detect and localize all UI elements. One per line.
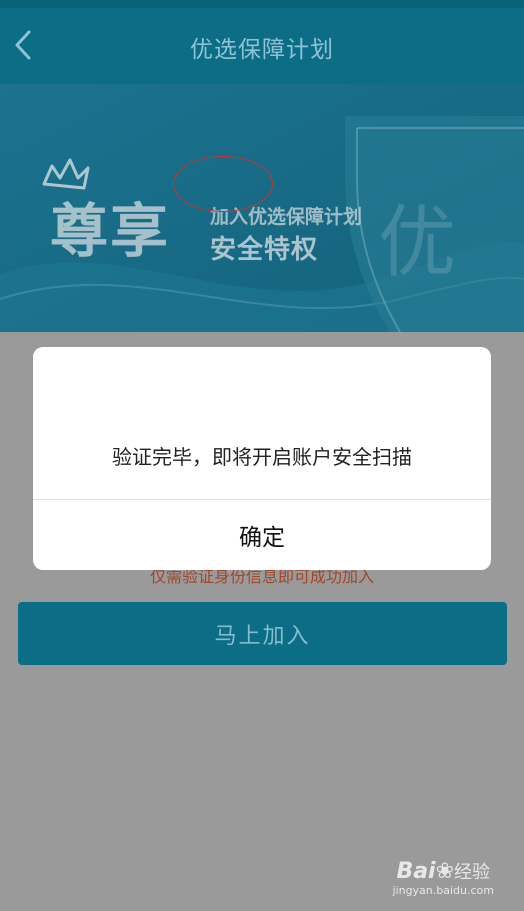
page-title: 优选保障计划 [190,37,334,63]
watermark: Bai❀经验 jingyan.baidu.com [392,858,494,897]
join-now-button[interactable]: 马上加入 [18,602,507,665]
watermark-url: jingyan.baidu.com [392,884,494,897]
banner-tagline: 安全特权 [210,235,319,265]
banner-headline: 尊享 [50,197,171,265]
banner-subtitle: 加入优选保障计划 [210,206,363,228]
app-screen: 优选保障计划 尊享 加入优选保障计划 安全特权 优 仅需验证身份信息即可成功加入… [0,0,524,911]
alert-dialog: 验证完毕，即将开启账户安全扫描 确定 [33,347,491,570]
watermark-logo: Bai❀经验 [396,859,491,884]
nav-header: 优选保障计划 [0,0,524,84]
banner-badge-text: 优 [378,198,457,288]
paw-icon: ❀ [435,859,455,884]
confirm-button[interactable]: 确定 [33,500,491,570]
status-bar [0,0,524,8]
promo-banner: 尊享 加入优选保障计划 安全特权 优 [0,84,524,332]
dialog-message: 验证完毕，即将开启账户安全扫描 [112,445,412,469]
